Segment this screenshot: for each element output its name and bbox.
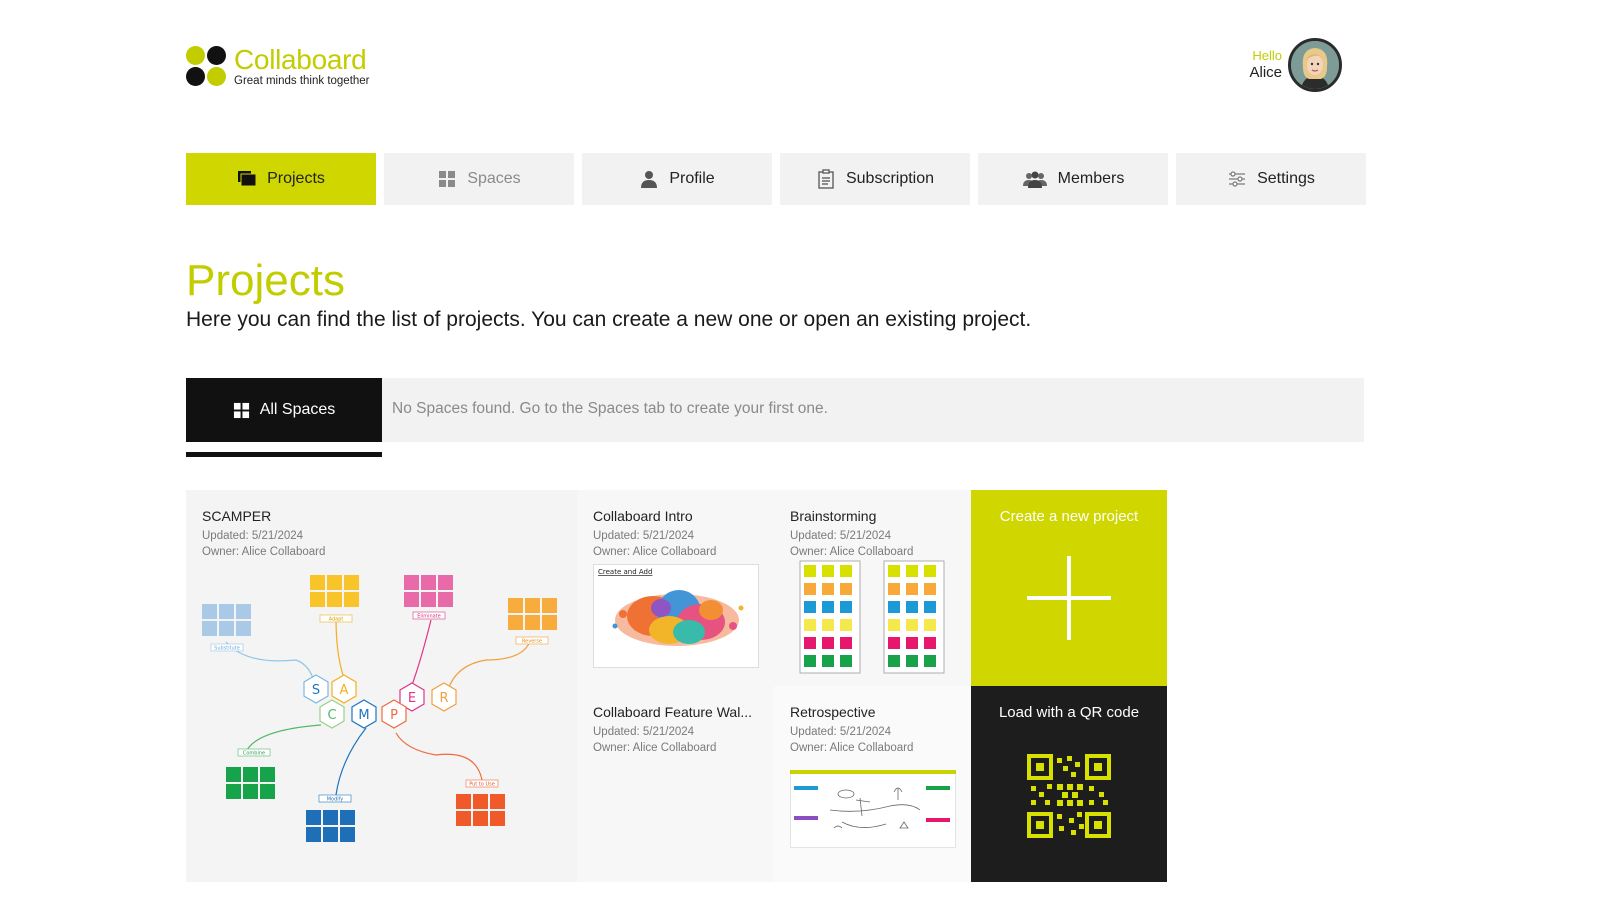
scamper-tag-adapt: Adapt [329, 617, 344, 623]
tab-label: Projects [267, 170, 325, 187]
project-owner: Owner: Alice Collaboard [593, 742, 717, 755]
empty-spaces-message: No Spaces found. Go to the Spaces tab to… [392, 400, 828, 417]
all-spaces-label: All Spaces [259, 401, 336, 418]
project-owner: Owner: Alice Collaboard [790, 742, 914, 755]
project-owner: Owner: Alice Collaboard [593, 546, 717, 559]
scamper-tag-combine: Combine [243, 751, 265, 757]
project-updated: Updated: 5/21/2024 [593, 530, 695, 542]
tab-members[interactable]: Members [978, 153, 1168, 205]
avatar[interactable] [1288, 38, 1342, 92]
tab-projects[interactable]: Projects [186, 153, 376, 205]
grid-icon [437, 169, 457, 189]
thumbnail-caption: Create and Add [598, 568, 652, 576]
project-card-brainstorming[interactable]: Brainstorming Updated: 5/21/2024 Owner: … [774, 490, 971, 686]
sticky-cluster-green [226, 767, 275, 799]
scamper-tag-substitute: Substitute [214, 646, 240, 652]
logo-tagline: Great minds think together [234, 75, 370, 88]
sticky-cluster-red [456, 794, 505, 826]
scamper-thumbnail: Substitute Adapt Eliminate Reverse Combi… [202, 575, 557, 842]
tab-label: Members [1057, 170, 1125, 187]
project-title: Retrospective [790, 704, 876, 720]
sticky-cluster-yellow [310, 575, 359, 607]
sticky-cluster-blue [202, 604, 251, 636]
plus-icon [1027, 556, 1111, 640]
active-tab-indicator [186, 452, 382, 457]
tab-label: Subscription [845, 170, 935, 187]
tab-label: Spaces [467, 170, 521, 187]
sticky-cluster-orange [508, 598, 557, 630]
load-qr-label: Load with a QR code [998, 704, 1140, 721]
sticky-cluster-darkblue [306, 810, 355, 842]
sticky-cluster-pink [404, 575, 453, 607]
load-qr-button[interactable]: Load with a QR code [971, 686, 1167, 882]
spaces-filter-bar: All Spaces No Spaces found. Go to the Sp… [186, 378, 1364, 442]
scamper-letter-r: R [439, 691, 448, 706]
tab-spaces[interactable]: Spaces [384, 153, 574, 205]
user-icon [639, 169, 659, 189]
user-name: Alice [1249, 63, 1282, 81]
scamper-tag-eliminate: Eliminate [417, 614, 440, 620]
project-updated: Updated: 5/21/2024 [593, 726, 695, 738]
clipboard-icon [816, 169, 836, 189]
user-greeting: Hello [1252, 47, 1282, 63]
members-icon [1022, 169, 1048, 189]
scamper-tag-modify: Modify [327, 797, 344, 803]
project-card-feature-wall[interactable]: Collaboard Feature Wal... Updated: 5/21/… [577, 686, 774, 882]
retrospective-thumbnail [790, 770, 956, 848]
intro-thumbnail: Create and Add [593, 564, 759, 668]
user-menu[interactable]: Hello Alice [1249, 38, 1342, 92]
scamper-letter-c: C [327, 708, 336, 723]
scamper-tag-reverse: Reverse [522, 639, 542, 645]
scamper-letter-m: M [358, 708, 369, 723]
qr-code-icon [1027, 754, 1111, 838]
logo-mark-icon [186, 46, 228, 88]
scamper-letter-a: A [340, 683, 349, 698]
grid-icon [233, 402, 250, 419]
logo-name: Collaboard [234, 44, 367, 76]
create-project-label: Create a new project [999, 508, 1139, 525]
create-project-button[interactable]: Create a new project [971, 490, 1167, 686]
project-updated: Updated: 5/21/2024 [790, 530, 892, 542]
project-updated: Updated: 5/21/2024 [790, 726, 892, 738]
project-title: Collaboard Intro [593, 508, 693, 524]
collaboard-logo[interactable]: Collaboard Great minds think together [186, 44, 386, 90]
scamper-letter-s: S [312, 683, 320, 698]
tab-subscription[interactable]: Subscription [780, 153, 970, 205]
scamper-tag-put-to-use: Put to Use [469, 782, 495, 788]
project-title: Brainstorming [790, 508, 877, 524]
project-owner: Owner: Alice Collaboard [790, 546, 914, 559]
page-title: Projects [186, 256, 345, 305]
scamper-letter-p: P [390, 708, 398, 723]
project-card-collaboard-intro[interactable]: Collaboard Intro Updated: 5/21/2024 Owne… [577, 490, 774, 686]
project-card-scamper[interactable]: SCAMPER Updated: 5/21/2024 Owner: Alice … [186, 490, 577, 882]
projects-icon [237, 169, 257, 189]
tab-label: Settings [1257, 170, 1315, 187]
all-spaces-tab[interactable]: All Spaces [186, 378, 382, 442]
tab-profile[interactable]: Profile [582, 153, 772, 205]
main-tabs: Projects Spaces Profile Subscription Mem… [186, 153, 1366, 205]
scamper-letter-e: E [408, 691, 416, 706]
page-description: Here you can find the list of projects. … [186, 308, 1032, 331]
sliders-icon [1227, 169, 1247, 189]
tab-label: Profile [669, 170, 715, 187]
project-title: Collaboard Feature Wal... [593, 704, 752, 720]
tab-settings[interactable]: Settings [1176, 153, 1366, 205]
project-card-retrospective[interactable]: Retrospective Updated: 5/21/2024 Owner: … [774, 686, 971, 882]
brainstorming-thumbnail [799, 560, 945, 674]
